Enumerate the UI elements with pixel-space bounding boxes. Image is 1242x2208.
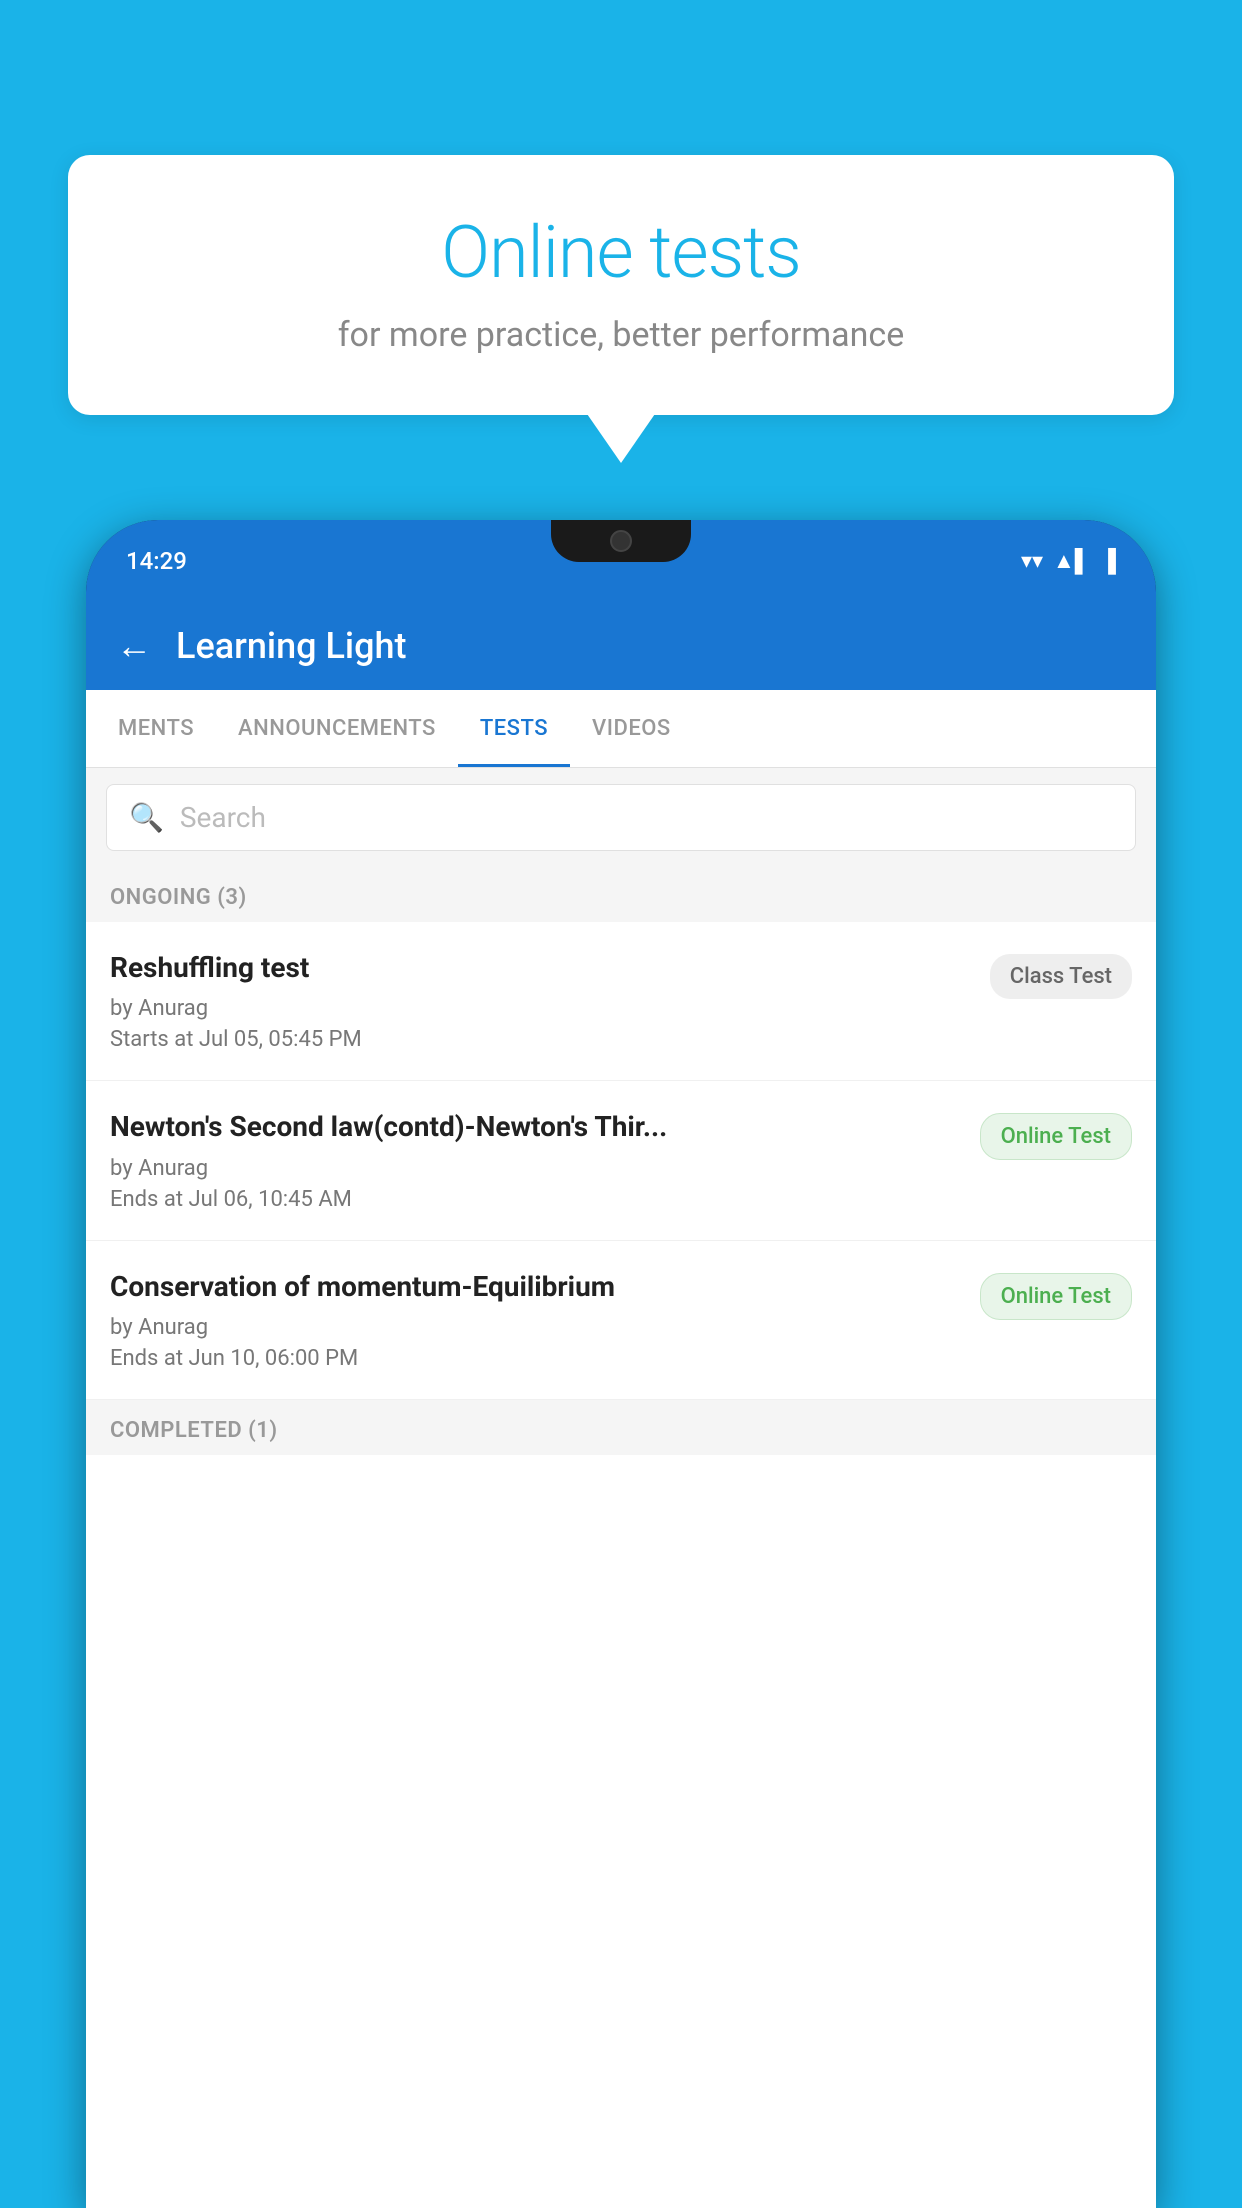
status-bar: 14:29 ▾▾ ▲▌ ▐ [86,520,1156,602]
back-button[interactable]: ← [116,625,152,667]
test-title: Conservation of momentum-Equilibrium [110,1269,960,1305]
promo-card: Online tests for more practice, better p… [68,155,1174,415]
completed-label: COMPLETED (1) [110,1418,278,1443]
wifi-icon: ▾▾ [1021,549,1043,574]
phone-screen: MENTS ANNOUNCEMENTS TESTS VIDEOS 🔍 Searc… [86,690,1156,2208]
test-title: Newton's Second law(contd)-Newton's Thir… [110,1109,960,1145]
app-title: Learning Light [176,625,406,667]
search-icon: 🔍 [129,801,164,834]
promo-subtitle: for more practice, better performance [128,315,1114,355]
online-test-badge: Online Test [980,1113,1132,1160]
test-item[interactable]: Conservation of momentum-Equilibrium by … [86,1241,1156,1400]
phone-frame: 14:29 ▾▾ ▲▌ ▐ ← Learning Light MENTS ANN… [86,520,1156,2208]
test-time: Ends at Jul 06, 10:45 AM [110,1187,960,1212]
app-header: ← Learning Light [86,602,1156,690]
test-info: Newton's Second law(contd)-Newton's Thir… [110,1109,980,1211]
signal-icon: ▲▌ [1053,548,1090,574]
front-camera [610,530,632,552]
search-bar[interactable]: 🔍 Search [106,784,1136,851]
speech-bubble: Online tests for more practice, better p… [68,155,1174,415]
tabs-bar: MENTS ANNOUNCEMENTS TESTS VIDEOS [86,690,1156,768]
test-author: by Anurag [110,1315,960,1340]
battery-icon: ▐ [1100,548,1116,574]
status-time: 14:29 [126,547,187,575]
tab-ments[interactable]: MENTS [96,690,216,767]
status-icons: ▾▾ ▲▌ ▐ [1021,548,1116,574]
notch [551,520,691,562]
online-test-badge-2: Online Test [980,1273,1132,1320]
test-info: Conservation of momentum-Equilibrium by … [110,1269,980,1371]
test-list: Reshuffling test by Anurag Starts at Jul… [86,922,1156,1400]
completed-section-header: COMPLETED (1) [86,1400,1156,1455]
search-bar-container: 🔍 Search [86,768,1156,867]
test-item[interactable]: Reshuffling test by Anurag Starts at Jul… [86,922,1156,1081]
test-item[interactable]: Newton's Second law(contd)-Newton's Thir… [86,1081,1156,1240]
test-author: by Anurag [110,1156,960,1181]
tab-announcements[interactable]: ANNOUNCEMENTS [216,690,458,767]
class-test-badge: Class Test [990,954,1132,999]
test-time: Ends at Jun 10, 06:00 PM [110,1346,960,1371]
promo-title: Online tests [128,210,1114,295]
ongoing-label: ONGOING (3) [110,885,247,910]
ongoing-section-header: ONGOING (3) [86,867,1156,922]
tab-videos[interactable]: VIDEOS [570,690,693,767]
test-time: Starts at Jul 05, 05:45 PM [110,1027,970,1052]
tab-tests[interactable]: TESTS [458,690,570,767]
search-placeholder: Search [180,801,266,834]
test-info: Reshuffling test by Anurag Starts at Jul… [110,950,990,1052]
test-author: by Anurag [110,996,970,1021]
test-title: Reshuffling test [110,950,970,986]
